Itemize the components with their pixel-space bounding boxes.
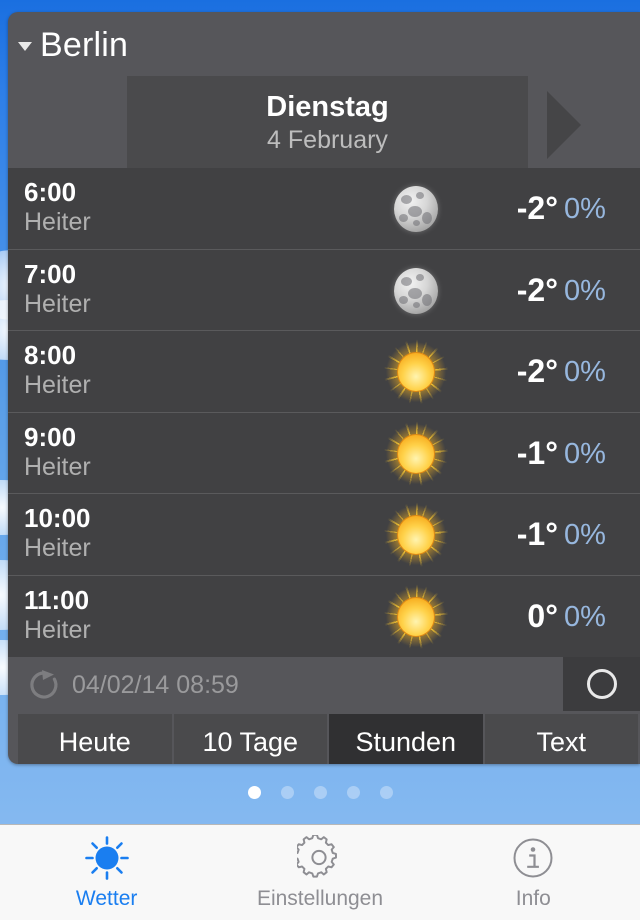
hour-condition: Heiter: [24, 452, 91, 481]
circle-ring-shape: [586, 669, 617, 699]
hour-time: 8:00: [24, 340, 77, 370]
view-mode-segments: Heute 10 Tage Stunden Text: [18, 714, 638, 764]
hour-precipitation: 0%: [564, 600, 606, 633]
hour-precipitation: 0%: [564, 519, 606, 551]
segment-10-tage[interactable]: 10 Tage: [173, 714, 329, 764]
hour-time: 7:00: [24, 258, 77, 289]
hour-weather-icon: [378, 578, 454, 655]
hour-weather-icon: [378, 497, 454, 573]
triangle-right-icon[interactable]: [547, 91, 581, 159]
sun-disc: [397, 596, 435, 637]
sun-icon: [378, 497, 454, 573]
circle-icon[interactable]: [563, 657, 640, 711]
sun-icon: [378, 578, 454, 655]
hour-condition: Heiter: [24, 208, 91, 236]
hourly-row[interactable]: 9:00 Heiter -1° 0%: [8, 412, 640, 494]
segment-stunden[interactable]: Stunden: [329, 714, 485, 764]
page-dot[interactable]: [313, 786, 327, 799]
bottom-tab-bar: Wetter Einstellungen Info: [0, 824, 640, 920]
hour-temperature: -2°: [516, 353, 558, 389]
page-dots: [0, 786, 640, 799]
card-header: Berlin Dienstag 4 February: [8, 12, 640, 168]
hour-precipitation: 0%: [564, 193, 606, 225]
hourly-forecast-list: 6:00 Heiter -2° 0% 7:00 Heiter -2° 0% 8:00 Heiter…: [8, 168, 640, 657]
triangle-down-icon: [18, 41, 32, 51]
tab-label-info: Info: [515, 886, 551, 910]
hourly-row[interactable]: 7:00 Heiter -2° 0%: [8, 249, 640, 331]
hour-weather-icon: [378, 258, 454, 324]
moon-disc: [394, 186, 438, 232]
refresh-bar: 04/02/14 08:59: [8, 657, 640, 711]
last-updated-time: 04/02/14 08:59: [72, 671, 239, 699]
moon-disc: [394, 267, 438, 314]
hour-temperature: -2°: [516, 190, 558, 226]
hour-condition: Heiter: [24, 371, 91, 399]
hour-precipitation: 0%: [564, 356, 606, 388]
page-dot[interactable]: [280, 786, 294, 799]
hour-weather-icon: [378, 176, 454, 242]
hour-temperature: -2°: [516, 271, 558, 308]
tab-label-einstellungen: Einstellungen: [256, 886, 384, 910]
segment-text[interactable]: Text: [484, 714, 638, 764]
hour-time: 10:00: [24, 503, 91, 533]
tab-wetter[interactable]: Wetter: [0, 825, 213, 920]
hour-temperature: -1°: [516, 434, 558, 471]
date-display[interactable]: Dienstag 4 February: [127, 76, 528, 168]
moon-icon: [378, 258, 454, 324]
sun-disc: [397, 515, 435, 555]
city-selector[interactable]: Berlin: [18, 28, 128, 62]
sun-disc: [397, 352, 435, 392]
gear-icon: [293, 833, 343, 881]
hour-precipitation: 0%: [564, 437, 606, 470]
page-dot[interactable]: [247, 786, 261, 799]
segment-heute[interactable]: Heute: [18, 714, 174, 764]
tab-info[interactable]: Info: [427, 825, 640, 920]
hour-time: 6:00: [24, 177, 77, 207]
tab-label-wetter: Wetter: [75, 886, 138, 910]
sun-icon: [84, 835, 130, 881]
hour-time: 11:00: [24, 584, 90, 615]
date-daymonth: 4 February: [267, 125, 388, 154]
hour-time: 9:00: [24, 421, 77, 452]
date-weekday: Dienstag: [266, 90, 389, 123]
sun-icon: [378, 334, 454, 410]
hourly-row[interactable]: 8:00 Heiter -2° 0%: [8, 331, 640, 413]
hour-temperature: -1°: [516, 516, 558, 552]
weather-app-screen: Berlin Dienstag 4 February 6:00 Heiter -2°…: [0, 0, 640, 920]
city-name: Berlin: [40, 26, 129, 64]
page-dot[interactable]: [346, 786, 360, 799]
tab-einstellungen[interactable]: Einstellungen: [213, 825, 426, 920]
hourly-row[interactable]: 10:00 Heiter -1° 0%: [8, 494, 640, 576]
page-dot[interactable]: [379, 786, 393, 799]
weather-card: Berlin Dienstag 4 February 6:00 Heiter -2°…: [8, 12, 640, 764]
moon-icon: [378, 176, 454, 242]
sun-icon: [378, 415, 454, 492]
hourly-row[interactable]: 6:00 Heiter -2° 0%: [8, 168, 640, 250]
hour-weather-icon: [378, 334, 454, 410]
hour-condition: Heiter: [24, 289, 91, 318]
hourly-row[interactable]: 11:00 Heiter 0° 0%: [8, 575, 640, 657]
refresh-icon[interactable]: [28, 669, 60, 701]
sun-disc: [397, 433, 435, 474]
hour-precipitation: 0%: [564, 274, 606, 307]
hour-temperature: 0°: [527, 597, 558, 634]
hour-weather-icon: [378, 415, 454, 492]
hour-condition: Heiter: [24, 615, 91, 644]
info-icon: [510, 835, 556, 881]
hour-condition: Heiter: [24, 534, 91, 562]
